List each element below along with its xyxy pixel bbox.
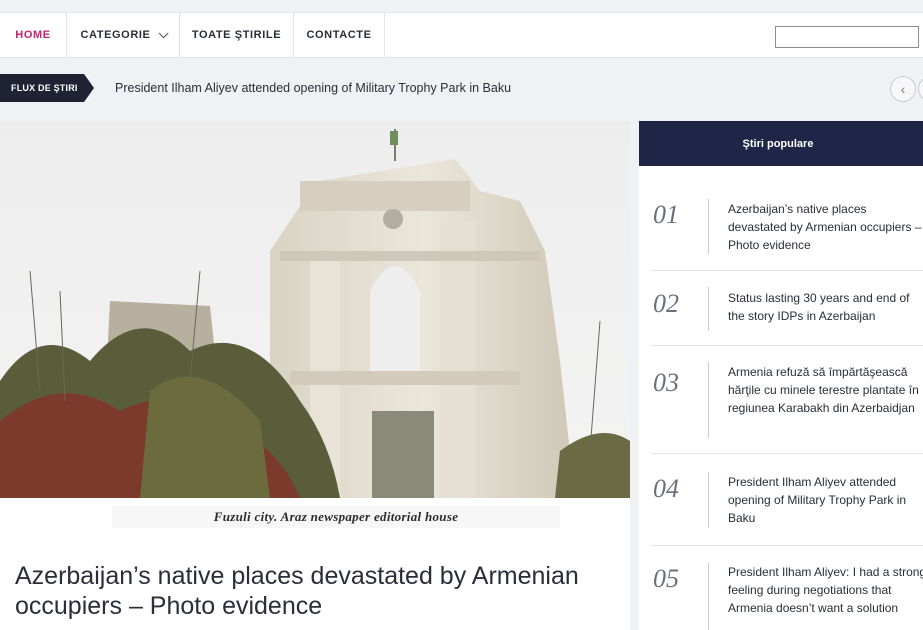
nav-home-label: HOME: [15, 29, 51, 41]
main-navbar: HOME CATEGORIE TOATE ŞTIRILE CONTACTE: [0, 12, 923, 58]
ticker-label-arrow: [84, 74, 94, 102]
article-photo[interactable]: [0, 121, 630, 498]
nav-categorie-label: CATEGORIE: [80, 29, 151, 41]
nav-home-link[interactable]: HOME: [0, 13, 67, 57]
nav-categorie-dropdown[interactable]: CATEGORIE: [67, 13, 180, 57]
nav-all-news-link[interactable]: TOATE ŞTIRILE: [180, 13, 294, 57]
popular-item-title[interactable]: Armenia refuză să împărtăşească hărţile …: [728, 363, 923, 417]
popular-item-number: 04: [653, 474, 679, 503]
popular-item[interactable]: 02 Status lasting 30 years and end of th…: [651, 271, 923, 346]
featured-article: Fuzuli city. Araz newspaper editorial ho…: [0, 121, 630, 630]
popular-item-title[interactable]: Azerbaijan’s native places devastated by…: [728, 200, 923, 254]
popular-item[interactable]: 04 President Ilham Aliyev attended openi…: [651, 454, 923, 546]
popular-item-number: 05: [653, 564, 679, 593]
popular-item-divider: [708, 199, 709, 254]
popular-item[interactable]: 05 President Ilham Aliyev: I had a stron…: [651, 546, 923, 630]
nav-all-news-label: TOATE ŞTIRILE: [191, 29, 282, 41]
popular-item-number: 03: [653, 368, 679, 397]
popular-item-title[interactable]: President Ilham Aliyev attended opening …: [728, 473, 923, 527]
article-headline[interactable]: Azerbaijan’s native places devastated by…: [15, 561, 615, 621]
chevron-left-icon: ‹: [900, 81, 906, 97]
search-button[interactable]: [918, 26, 923, 48]
popular-item-divider: [708, 563, 709, 630]
nav-contacts-label: CONTACTE: [306, 29, 372, 41]
ticker-next-button[interactable]: [918, 76, 923, 102]
popular-item-number: 02: [653, 289, 679, 318]
popular-news-sidebar: Ştiri populare 01 Azerbaijan’s native pl…: [639, 121, 923, 630]
popular-item-title[interactable]: President Ilham Aliyev: I had a strong f…: [728, 563, 923, 617]
popular-item[interactable]: 01 Azerbaijan’s native places devastated…: [651, 166, 923, 271]
nav-contacts-link[interactable]: CONTACTE: [294, 13, 385, 57]
ticker-headline-link[interactable]: President Ilham Aliyev attended opening …: [115, 81, 511, 95]
top-strip: [0, 0, 923, 12]
ticker-prev-button[interactable]: ‹: [890, 76, 916, 102]
popular-item[interactable]: 03 Armenia refuză să împărtăşească hărţi…: [651, 346, 923, 454]
popular-item-divider: [708, 472, 709, 528]
ruined-building-photo: [0, 121, 630, 498]
popular-item-divider: [708, 287, 709, 331]
popular-item-title[interactable]: Status lasting 30 years and end of the s…: [728, 289, 923, 325]
popular-item-number: 01: [653, 200, 679, 229]
ticker-label: FLUX DE ŞTIRI: [0, 74, 84, 102]
chevron-down-icon: [159, 27, 170, 38]
photo-caption: Fuzuli city. Araz newspaper editorial ho…: [112, 506, 560, 528]
sidebar-title: Ştiri populare: [639, 121, 923, 166]
search-input[interactable]: [775, 26, 919, 48]
popular-item-divider: [708, 362, 709, 438]
news-ticker: FLUX DE ŞTIRI President Ilham Aliyev att…: [0, 58, 923, 120]
